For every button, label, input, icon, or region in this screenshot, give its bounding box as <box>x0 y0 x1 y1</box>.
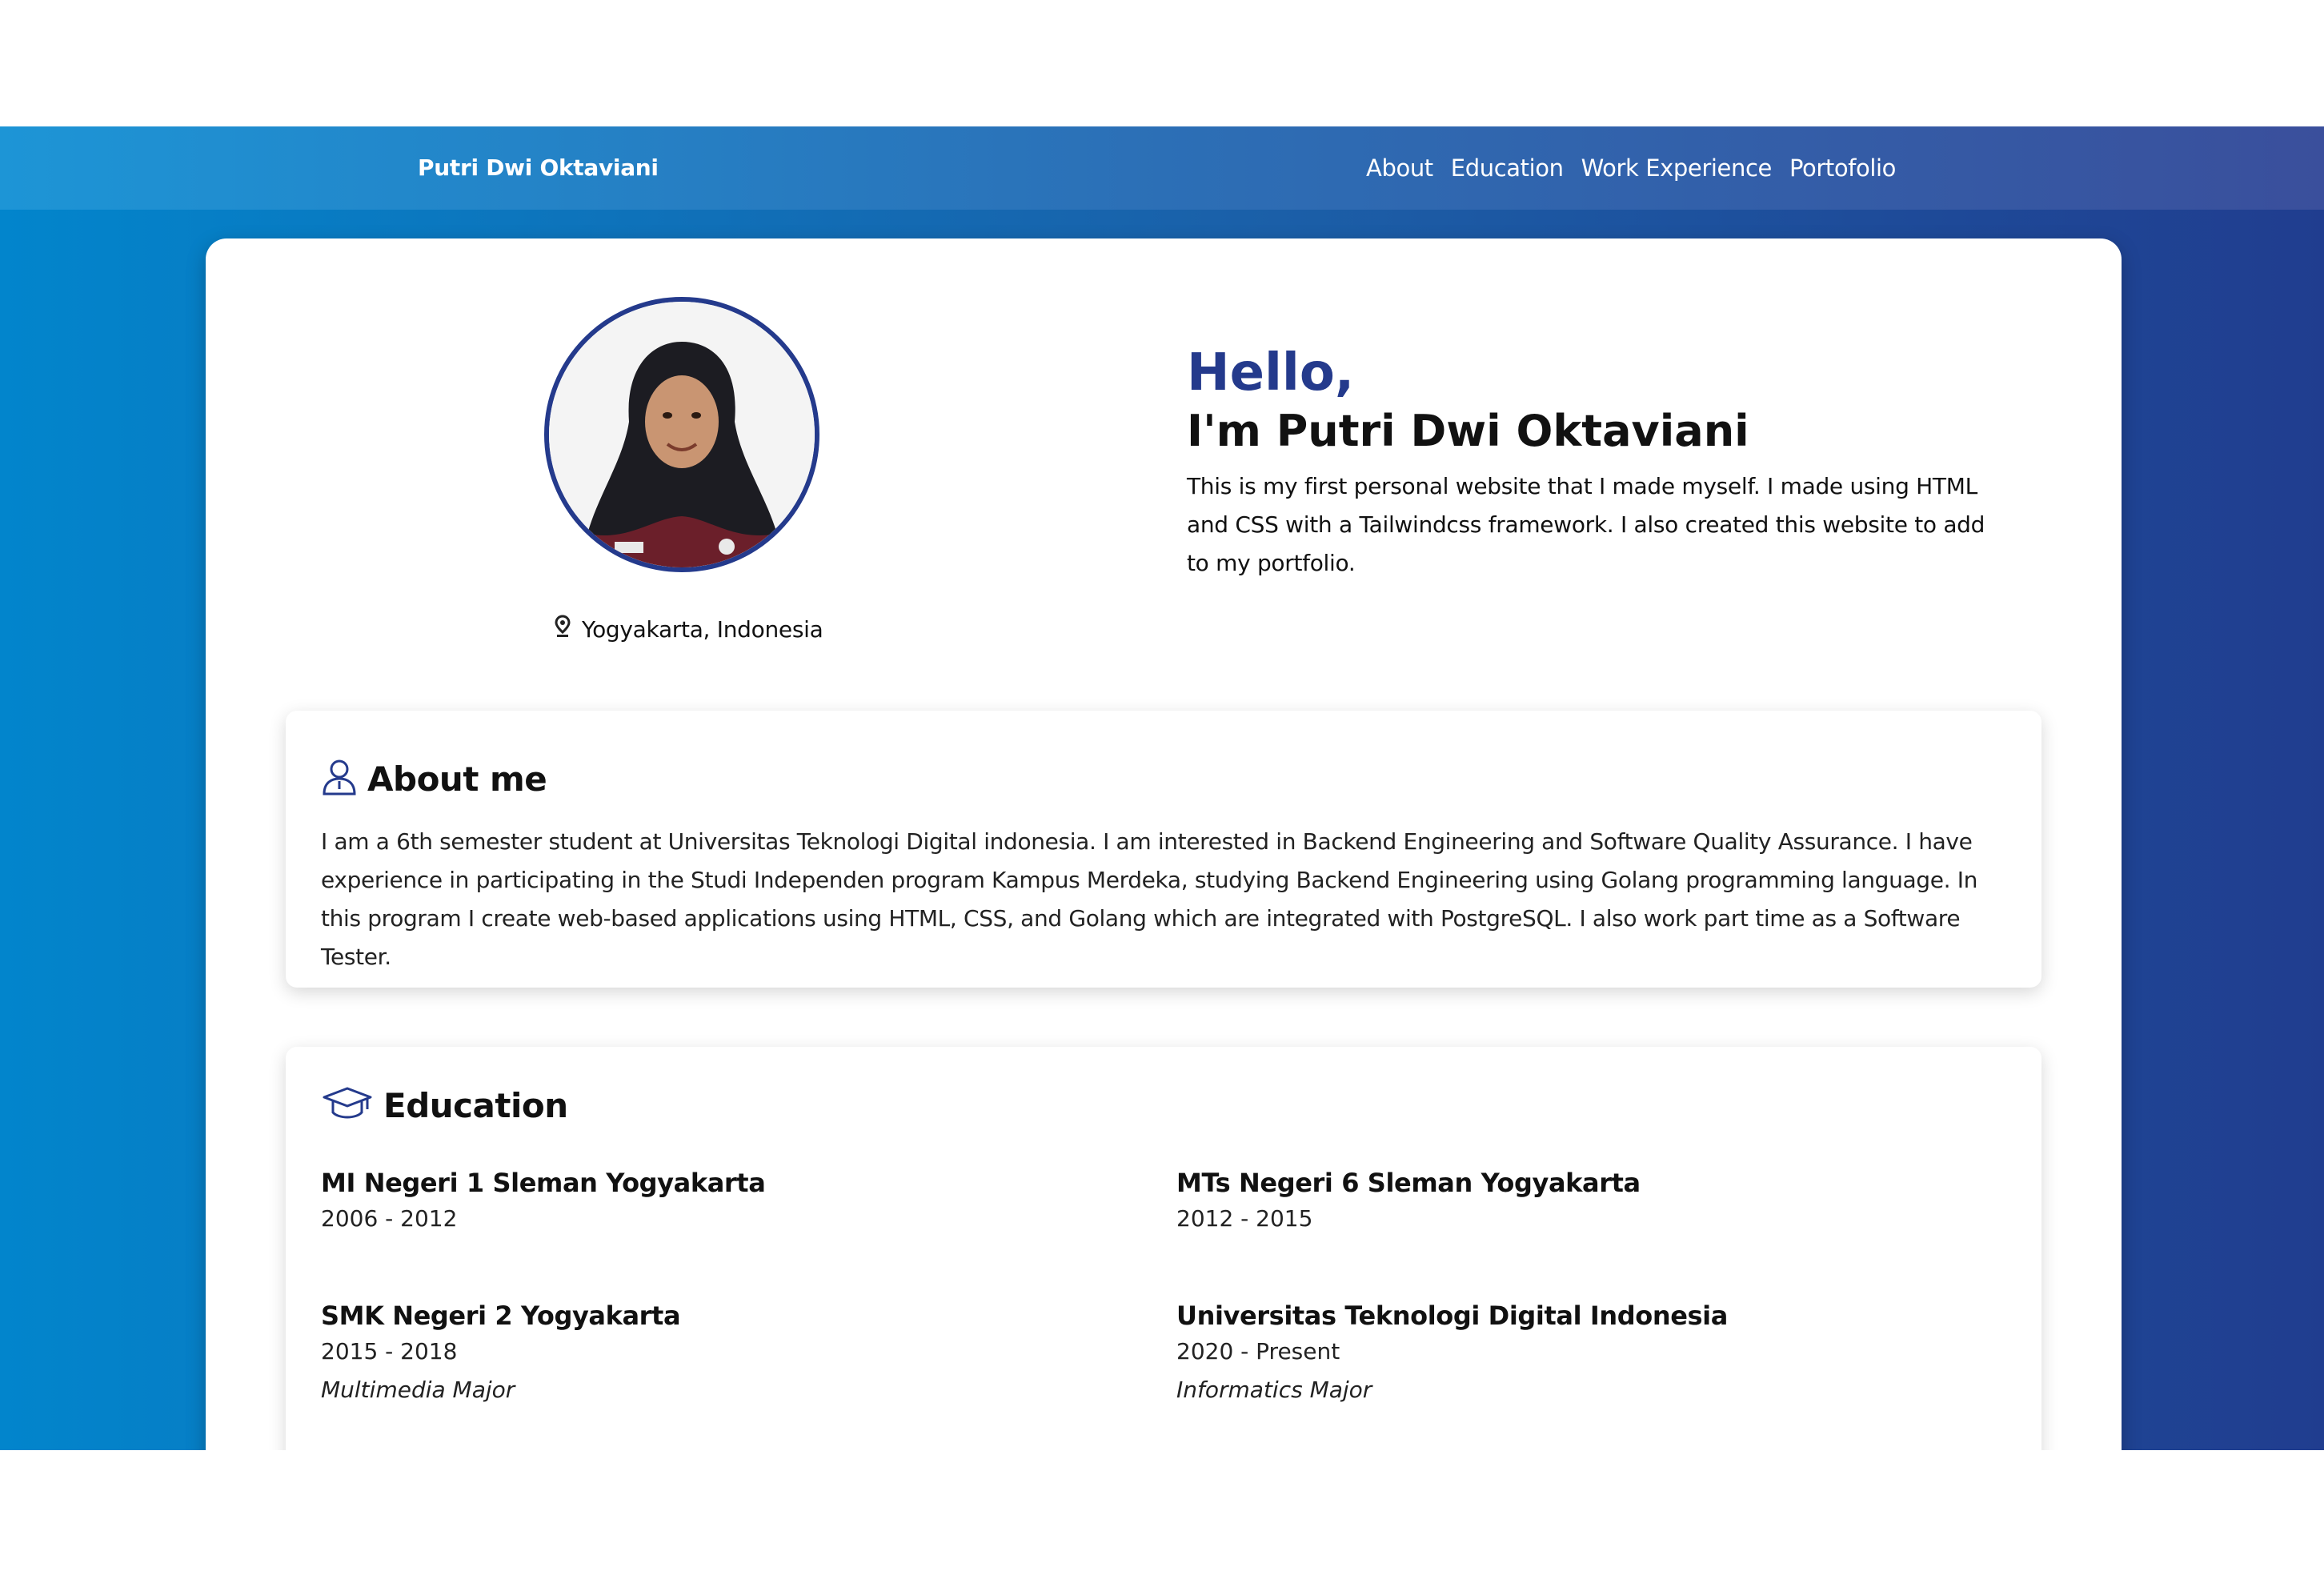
about-header: About me <box>321 757 547 800</box>
education-item: MI Negeri 1 Sleman Yogyakarta 2006 - 201… <box>321 1167 1121 1239</box>
school-major: Informatics Major <box>1176 1377 1372 1403</box>
map-pin-icon <box>555 615 571 644</box>
school-name: Universitas Teknologi Digital Indonesia <box>1176 1300 1728 1331</box>
intro-text: This is my first personal website that I… <box>1187 473 1985 576</box>
greeting: Hello, <box>1187 343 1355 403</box>
profile-photo <box>544 297 819 572</box>
school-years: 2020 - Present <box>1176 1338 1340 1365</box>
location-text: Yogyakarta, Indonesia <box>582 616 823 643</box>
location: Yogyakarta, Indonesia <box>555 615 823 644</box>
school-name: MI Negeri 1 Sleman Yogyakarta <box>321 1168 766 1198</box>
school-years: 2015 - 2018 <box>321 1338 458 1365</box>
school-major: Multimedia Major <box>321 1377 515 1403</box>
education-item: Universitas Teknologi Digital Indonesia … <box>1176 1300 1977 1409</box>
school-years: 2006 - 2012 <box>321 1205 458 1232</box>
school-name: SMK Negeri 2 Yogyakarta <box>321 1300 681 1331</box>
main-card: Yogyakarta, Indonesia Hello, I'm Putri D… <box>206 238 2122 1450</box>
education-section: Education MI Negeri 1 Sleman Yogyakarta … <box>286 1047 2042 1450</box>
about-title: About me <box>367 759 547 799</box>
brand-name[interactable]: Putri Dwi Oktaviani <box>418 126 659 210</box>
education-header: Education <box>321 1085 568 1125</box>
about-section: About me I am a 6th semester student at … <box>286 711 2042 988</box>
nav-links: About Education Work Experience Portofol… <box>1366 126 1896 210</box>
hero-name: I'm Putri Dwi Oktaviani <box>1187 406 1749 456</box>
graduation-cap-icon <box>321 1085 374 1125</box>
nav-link-education[interactable]: Education <box>1451 154 1564 182</box>
nav-link-work-experience[interactable]: Work Experience <box>1581 154 1773 182</box>
nav-link-about[interactable]: About <box>1366 154 1433 182</box>
education-title: Education <box>383 1085 568 1125</box>
about-text: I am a 6th semester student at Universit… <box>321 828 1978 970</box>
navbar: Putri Dwi Oktaviani About Education Work… <box>0 126 2324 210</box>
school-years: 2012 - 2015 <box>1176 1205 1313 1232</box>
school-name: MTs Negeri 6 Sleman Yogyakarta <box>1176 1168 1641 1198</box>
user-icon <box>321 757 358 800</box>
nav-link-portofolio[interactable]: Portofolio <box>1789 154 1896 182</box>
hero-text: Hello, I'm Putri Dwi Oktaviani This is m… <box>1187 343 1995 583</box>
education-item: SMK Negeri 2 Yogyakarta 2015 - 2018 Mult… <box>321 1300 1121 1409</box>
portrait-illustration <box>549 302 815 567</box>
education-item: MTs Negeri 6 Sleman Yogyakarta 2012 - 20… <box>1176 1167 1977 1239</box>
page-background: Putri Dwi Oktaviani About Education Work… <box>0 126 2324 1450</box>
